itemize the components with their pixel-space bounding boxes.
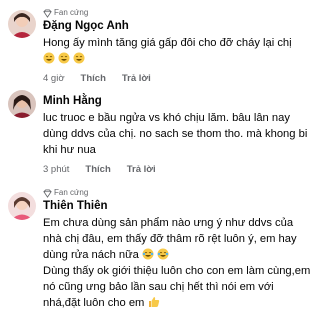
reply-button[interactable]: Trả lời <box>122 73 151 84</box>
comment-text: Hong ấy mình tăng giá gấp đôi cho đỡ chá… <box>43 35 315 67</box>
comment-text: Em chưa dùng sản phẩm nào ưng ý như ddvs… <box>43 217 311 309</box>
like-button[interactable]: Thích <box>85 164 110 175</box>
comment-author[interactable]: Đặng Ngọc Anh <box>43 19 315 33</box>
comment-time[interactable]: 3 phút <box>43 164 69 175</box>
emoji-laugh-icon <box>73 52 85 65</box>
comment-meta: 4 giờ Thích Trả lời <box>43 73 315 84</box>
fan-badge: Fan cứng <box>43 188 315 198</box>
badge-label: Fan cứng <box>54 188 89 197</box>
like-button[interactable]: Thích <box>81 73 106 84</box>
badge-label: Fan cứng <box>54 8 89 17</box>
gem-icon <box>43 8 52 18</box>
comment-time[interactable]: 4 giờ <box>43 73 65 84</box>
emoji-laugh-cry-icon <box>142 248 157 261</box>
emoji-laugh-icon <box>58 52 73 65</box>
avatar[interactable] <box>8 90 36 118</box>
comment-author[interactable]: Thiên Thiên <box>43 199 315 213</box>
reply-button[interactable]: Trả lời <box>127 164 156 175</box>
fan-badge: Fan cứng <box>43 8 315 18</box>
emoji-laugh-icon <box>43 52 58 65</box>
gem-icon <box>43 188 52 198</box>
comment-meta: 3 phút Thích Trả lời <box>43 164 315 175</box>
avatar[interactable] <box>8 192 36 220</box>
avatar[interactable] <box>8 10 36 38</box>
emoji-laugh-cry-icon <box>157 248 169 261</box>
comment-text: luc truoc e bầu ngửa vs khó chịu lăm. bâ… <box>43 112 308 156</box>
comment-author[interactable]: Minh Hằng <box>43 94 315 108</box>
thumbs-up-icon <box>148 297 160 309</box>
